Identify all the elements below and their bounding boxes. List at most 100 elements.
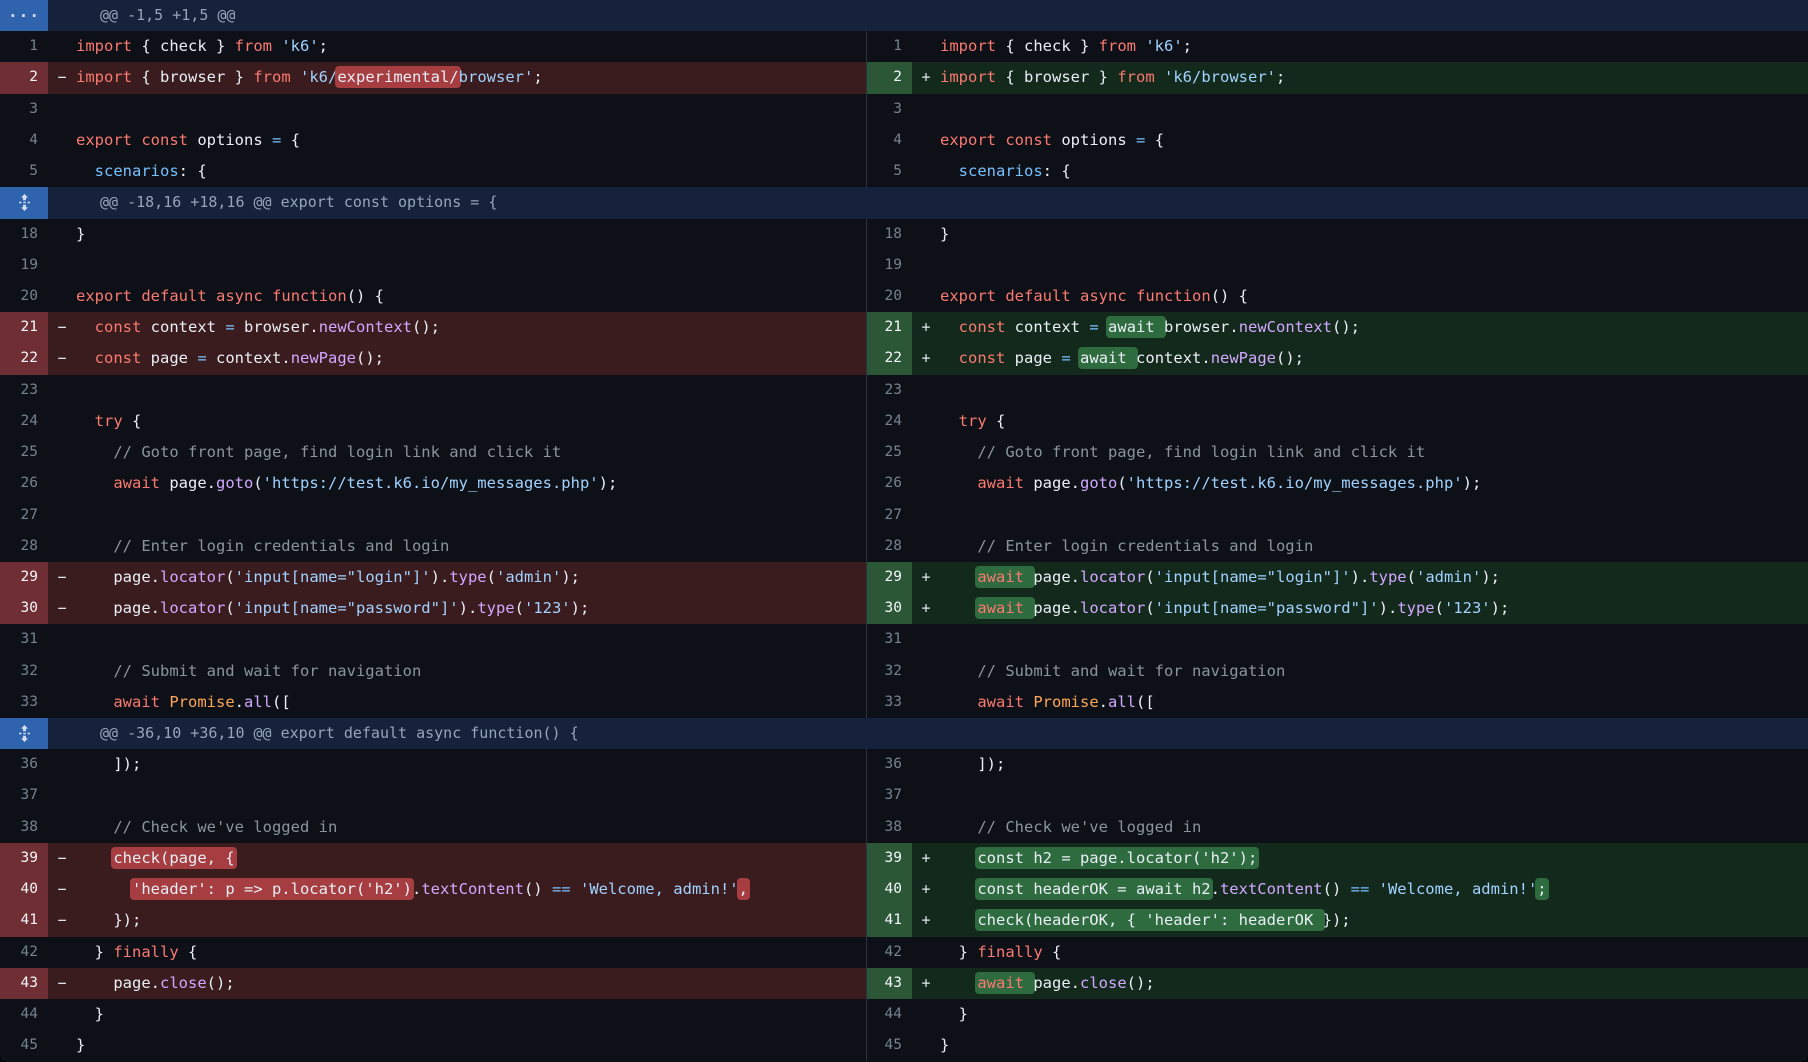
right-line-number[interactable]: 32 (866, 656, 912, 687)
left-line-number[interactable]: 20 (0, 281, 48, 312)
right-line-number[interactable]: 27 (866, 500, 912, 531)
right-line-number[interactable]: 42 (866, 937, 912, 968)
diff-row: 25 // Goto front page, find login link a… (0, 437, 1808, 468)
left-line-number[interactable]: 36 (0, 749, 48, 780)
right-line-number[interactable]: 20 (866, 281, 912, 312)
left-line-number[interactable]: 23 (0, 375, 48, 406)
left-line-number[interactable]: 43 (0, 968, 48, 999)
expand-hunk-button[interactable] (0, 187, 48, 218)
left-line-number[interactable]: 37 (0, 780, 48, 811)
code-token: const (959, 318, 1006, 336)
code-token: () (1323, 880, 1351, 898)
left-line-number[interactable]: 44 (0, 999, 48, 1030)
code-token: () { (347, 287, 384, 305)
right-line-number[interactable]: 25 (866, 437, 912, 468)
left-code-line: export const options = { (76, 125, 866, 156)
left-line-number[interactable]: 45 (0, 1030, 48, 1061)
code-token: export (940, 131, 996, 149)
right-line-number[interactable]: 37 (866, 780, 912, 811)
left-line-number[interactable]: 22 (0, 343, 48, 374)
code-token: = (1136, 131, 1145, 149)
code-token (1155, 68, 1164, 86)
code-token: // Enter login credentials and login (977, 537, 1313, 555)
left-line-number[interactable]: 42 (0, 937, 48, 968)
right-code-line: const h2 = page.locator('h2'); (940, 843, 1808, 874)
right-line-number[interactable]: 4 (866, 125, 912, 156)
right-line-number[interactable]: 39 (866, 843, 912, 874)
left-line-number[interactable]: 28 (0, 531, 48, 562)
left-line-number[interactable]: 41 (0, 905, 48, 936)
left-line-number[interactable]: 3 (0, 94, 48, 125)
code-token: 'input[name="password"]' (1155, 599, 1379, 617)
right-line-number[interactable]: 45 (866, 1030, 912, 1061)
right-line-number[interactable]: 2 (866, 62, 912, 93)
code-token: context. (1136, 349, 1211, 367)
left-code-line: } (76, 1030, 866, 1061)
code-token (132, 131, 141, 149)
left-diff-marker: − (48, 312, 76, 343)
code-token: 'Welcome, admin!' (580, 880, 739, 898)
right-line-number[interactable]: 33 (866, 687, 912, 718)
left-code-line: scenarios: { (76, 156, 866, 187)
right-line-number[interactable]: 28 (866, 531, 912, 562)
left-line-number[interactable]: 24 (0, 406, 48, 437)
left-line-number[interactable]: 1 (0, 31, 48, 62)
right-line-number[interactable]: 3 (866, 94, 912, 125)
right-diff-marker (912, 531, 940, 562)
code-token (940, 849, 977, 867)
code-token (76, 474, 113, 492)
left-line-number[interactable]: 29 (0, 562, 48, 593)
code-token: from (253, 68, 290, 86)
code-token: }); (1323, 911, 1351, 929)
right-line-number[interactable]: 22 (866, 343, 912, 374)
right-line-number[interactable]: 38 (866, 812, 912, 843)
left-line-number[interactable]: 38 (0, 812, 48, 843)
right-line-number[interactable]: 19 (866, 250, 912, 281)
code-token: { (123, 412, 142, 430)
code-token (76, 849, 113, 867)
right-line-number[interactable]: 43 (866, 968, 912, 999)
right-line-number[interactable]: 36 (866, 749, 912, 780)
left-line-number[interactable]: 5 (0, 156, 48, 187)
right-line-number[interactable]: 5 (866, 156, 912, 187)
right-code-line: try { (940, 406, 1808, 437)
left-line-number[interactable]: 33 (0, 687, 48, 718)
right-line-number[interactable]: 30 (866, 593, 912, 624)
left-line-number[interactable]: 18 (0, 219, 48, 250)
left-line-number[interactable]: 4 (0, 125, 48, 156)
left-line-number[interactable]: 40 (0, 874, 48, 905)
left-line-number[interactable]: 27 (0, 500, 48, 531)
left-line-number[interactable]: 26 (0, 468, 48, 499)
right-line-number[interactable]: 29 (866, 562, 912, 593)
code-token: type (1369, 568, 1406, 586)
right-line-number[interactable]: 18 (866, 219, 912, 250)
diff-row: 37 37 (0, 780, 1808, 811)
left-line-number[interactable]: 19 (0, 250, 48, 281)
left-line-number[interactable]: 31 (0, 624, 48, 655)
code-token: 'k6' (1145, 37, 1182, 55)
code-token: 'input[name="login"]' (1155, 568, 1351, 586)
code-token (940, 443, 977, 461)
hunk-range: @@ -1,5 +1,5 @@ (100, 6, 235, 24)
right-line-number[interactable]: 23 (866, 375, 912, 406)
left-line-number[interactable]: 25 (0, 437, 48, 468)
left-line-number[interactable]: 2 (0, 62, 48, 93)
left-line-number[interactable]: 32 (0, 656, 48, 687)
right-line-number[interactable]: 26 (866, 468, 912, 499)
left-line-number[interactable]: 21 (0, 312, 48, 343)
code-token: all (1108, 693, 1136, 711)
right-line-number[interactable]: 21 (866, 312, 912, 343)
code-token: page. (76, 568, 160, 586)
right-line-number[interactable]: 1 (866, 31, 912, 62)
code-token (1136, 37, 1145, 55)
right-line-number[interactable]: 31 (866, 624, 912, 655)
left-line-number[interactable]: 30 (0, 593, 48, 624)
left-line-number[interactable]: 39 (0, 843, 48, 874)
right-line-number[interactable]: 44 (866, 999, 912, 1030)
right-line-number[interactable]: 41 (866, 905, 912, 936)
hunk-menu-button[interactable]: ··· (0, 0, 48, 31)
right-line-number[interactable]: 24 (866, 406, 912, 437)
expand-hunk-button[interactable] (0, 718, 48, 749)
right-line-number[interactable]: 40 (866, 874, 912, 905)
code-token: from (235, 37, 272, 55)
